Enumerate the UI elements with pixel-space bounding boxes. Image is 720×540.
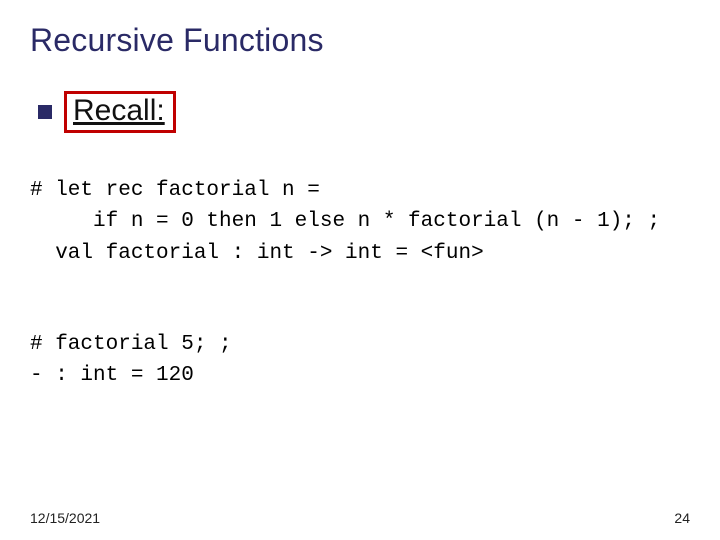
code-line: val factorial : int -> int = <fun> xyxy=(30,242,484,265)
recall-row: Recall: xyxy=(30,91,690,133)
highlight-box: Recall: xyxy=(64,91,176,133)
code-line: # let rec factorial n = xyxy=(30,179,320,202)
slide-title: Recursive Functions xyxy=(30,22,690,59)
code-line: - : int = 120 xyxy=(30,364,194,387)
code-block-1: # let rec factorial n = if n = 0 then 1 … xyxy=(30,143,690,269)
code-line: if n = 0 then 1 else n * factorial (n - … xyxy=(30,210,660,233)
recall-label: Recall: xyxy=(73,94,165,127)
code-block-2: # factorial 5; ; - : int = 120 xyxy=(30,297,690,392)
bullet-icon xyxy=(38,105,52,119)
footer: 12/15/2021 24 xyxy=(30,510,690,526)
code-line: # factorial 5; ; xyxy=(30,333,232,356)
footer-date: 12/15/2021 xyxy=(30,510,100,526)
footer-page-number: 24 xyxy=(674,510,690,526)
slide: Recursive Functions Recall: # let rec fa… xyxy=(0,0,720,540)
